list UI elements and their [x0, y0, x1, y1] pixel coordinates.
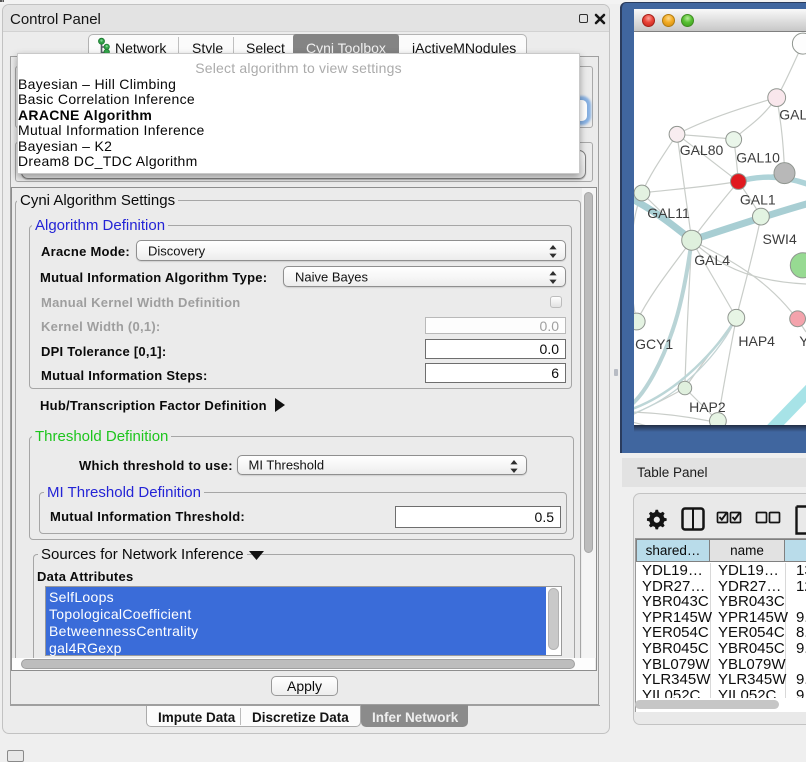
- svg-text:HAP4: HAP4: [738, 333, 775, 349]
- svg-text:SWI4: SWI4: [763, 231, 797, 247]
- svg-text:Y: Y: [799, 333, 806, 349]
- svg-text:GCY1: GCY1: [635, 336, 673, 352]
- svg-text:GAL10: GAL10: [736, 149, 780, 165]
- svg-text:GAL1: GAL1: [740, 191, 776, 207]
- svg-text:GAL: GAL: [779, 106, 806, 122]
- svg-text:GAL11: GAL11: [647, 205, 690, 221]
- svg-text:GAL80: GAL80: [680, 142, 724, 158]
- svg-text:HAP2: HAP2: [689, 399, 726, 415]
- svg-text:GAL4: GAL4: [694, 252, 730, 268]
